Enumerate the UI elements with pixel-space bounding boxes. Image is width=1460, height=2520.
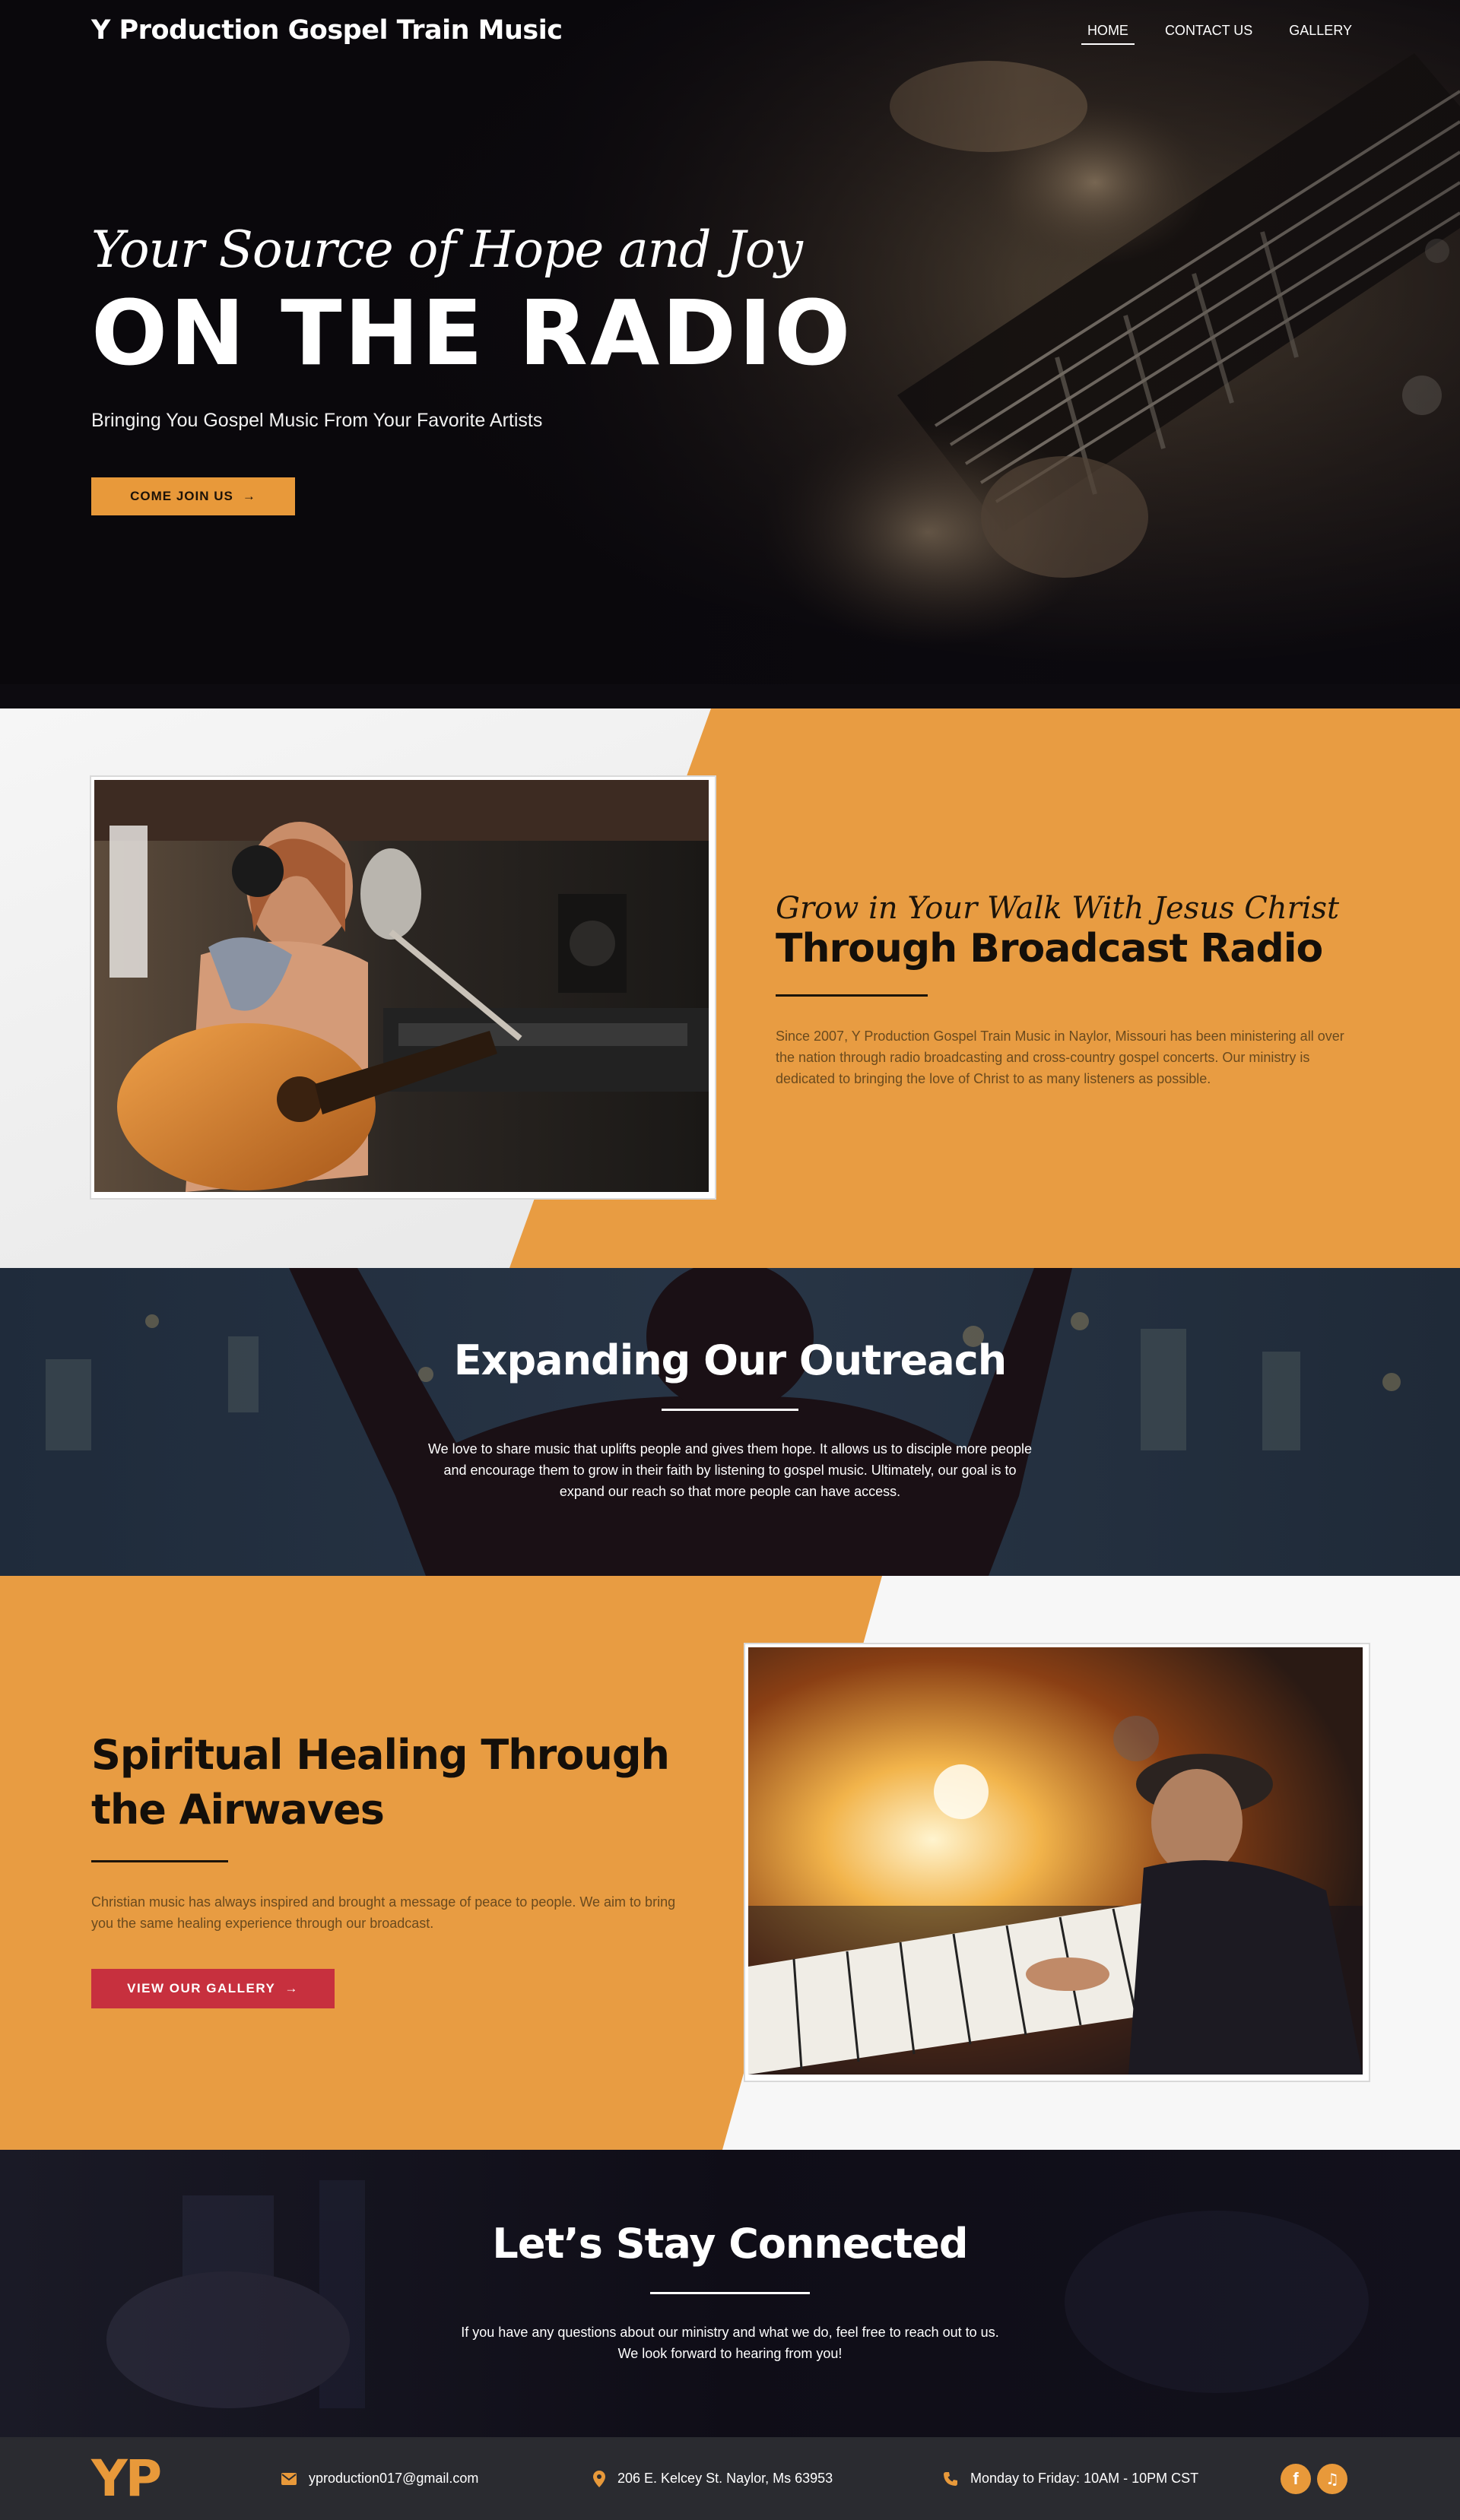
connect-content: Let’s Stay Connected If you have any que… xyxy=(0,2220,1460,2364)
outreach-body: We love to share music that uplifts peop… xyxy=(427,1441,1033,1499)
broadcast-heading: Through Broadcast Radio xyxy=(776,926,1323,972)
come-join-us-label: COME JOIN US xyxy=(130,488,233,503)
pianist-photo xyxy=(748,1647,1363,2075)
connect-divider xyxy=(650,2292,810,2294)
pianist-photo-frame xyxy=(745,1644,1369,2081)
footer-address: 206 E. Kelcey St. Naylor, Ms 63953 xyxy=(593,2470,943,2487)
nav-home[interactable]: HOME xyxy=(1081,17,1135,45)
footer-email-text: yproduction017@gmail.com xyxy=(309,2471,479,2486)
hero-section: Y Production Gospel Train Music HOME CON… xyxy=(0,0,1460,684)
nav-contact-us[interactable]: CONTACT US xyxy=(1159,17,1258,45)
hero-title: ON THE RADIO xyxy=(91,281,853,385)
footer-hours: Monday to Friday: 10AM - 10PM CST xyxy=(943,2471,1281,2487)
envelope-icon xyxy=(281,2472,297,2485)
outreach-section: Expanding Our Outreach We love to share … xyxy=(0,1268,1460,1576)
outreach-content: Expanding Our Outreach We love to share … xyxy=(0,1336,1460,1502)
connect-body: If you have any questions about our mini… xyxy=(461,2325,999,2361)
healing-section: Spiritual Healing Through the Airwaves C… xyxy=(0,1576,1460,2150)
outreach-divider xyxy=(662,1409,798,1411)
hero-content: Your Source of Hope and Joy ON THE RADIO… xyxy=(91,220,852,515)
footer-hours-text: Monday to Friday: 10AM - 10PM CST xyxy=(970,2471,1199,2486)
healing-divider xyxy=(91,1860,228,1862)
view-our-gallery-button[interactable]: VIEW OUR GALLERY → xyxy=(91,1969,335,2008)
healing-text: Spiritual Healing Through the Airwaves C… xyxy=(91,1728,684,2008)
healing-heading-line2: the Airwaves xyxy=(91,1786,385,1834)
phone-icon xyxy=(944,2471,957,2486)
nav-links: HOME CONTACT US GALLERY xyxy=(1081,17,1358,45)
healing-heading-line1: Spiritual Healing Through xyxy=(91,1731,670,1779)
broadcast-divider xyxy=(776,994,928,997)
site-title[interactable]: Y Production Gospel Train Music xyxy=(91,15,563,46)
top-navigation: Y Production Gospel Train Music HOME CON… xyxy=(0,0,1460,61)
facebook-glyph: f xyxy=(1293,2468,1299,2488)
music-note-glyph: ♫ xyxy=(1325,2469,1339,2488)
music-note-icon[interactable]: ♫ xyxy=(1317,2463,1347,2494)
broadcast-body: Since 2007, Y Production Gospel Train Mu… xyxy=(776,1029,1344,1086)
singer-photo-frame xyxy=(91,777,715,1198)
site-footer: YP yproduction017@gmail.com 206 E. Kelce… xyxy=(0,2437,1460,2520)
hero-script-line: Your Source of Hope and Joy xyxy=(91,220,803,279)
hero-subtitle: Bringing You Gospel Music From Your Favo… xyxy=(91,409,543,431)
broadcast-script-line: Grow in Your Walk With Jesus Christ xyxy=(776,891,1340,926)
view-our-gallery-label: VIEW OUR GALLERY xyxy=(127,1981,276,1995)
nav-gallery[interactable]: GALLERY xyxy=(1283,17,1358,45)
map-pin-icon xyxy=(593,2470,605,2487)
footer-logo[interactable]: YP xyxy=(91,2449,281,2508)
healing-body: Christian music has always inspired and … xyxy=(91,1894,676,1931)
social-links: f ♫ xyxy=(1281,2463,1347,2494)
broadcast-text: Grow in Your Walk With Jesus Christ Thro… xyxy=(776,891,1354,1089)
outreach-heading: Expanding Our Outreach xyxy=(453,1336,1007,1384)
arrow-right-icon: → xyxy=(242,488,256,503)
footer-address-text: 206 E. Kelcey St. Naylor, Ms 63953 xyxy=(617,2471,833,2486)
singer-guitar-photo xyxy=(94,780,709,1192)
connect-heading: Let’s Stay Connected xyxy=(492,2220,968,2268)
arrow-right-icon: → xyxy=(284,1981,299,1995)
footer-email[interactable]: yproduction017@gmail.com xyxy=(281,2471,593,2487)
come-join-us-button[interactable]: COME JOIN US → xyxy=(91,477,295,515)
connect-section: Let’s Stay Connected If you have any que… xyxy=(0,2150,1460,2437)
broadcast-section: Grow in Your Walk With Jesus Christ Thro… xyxy=(0,708,1460,1268)
facebook-icon[interactable]: f xyxy=(1281,2463,1311,2494)
